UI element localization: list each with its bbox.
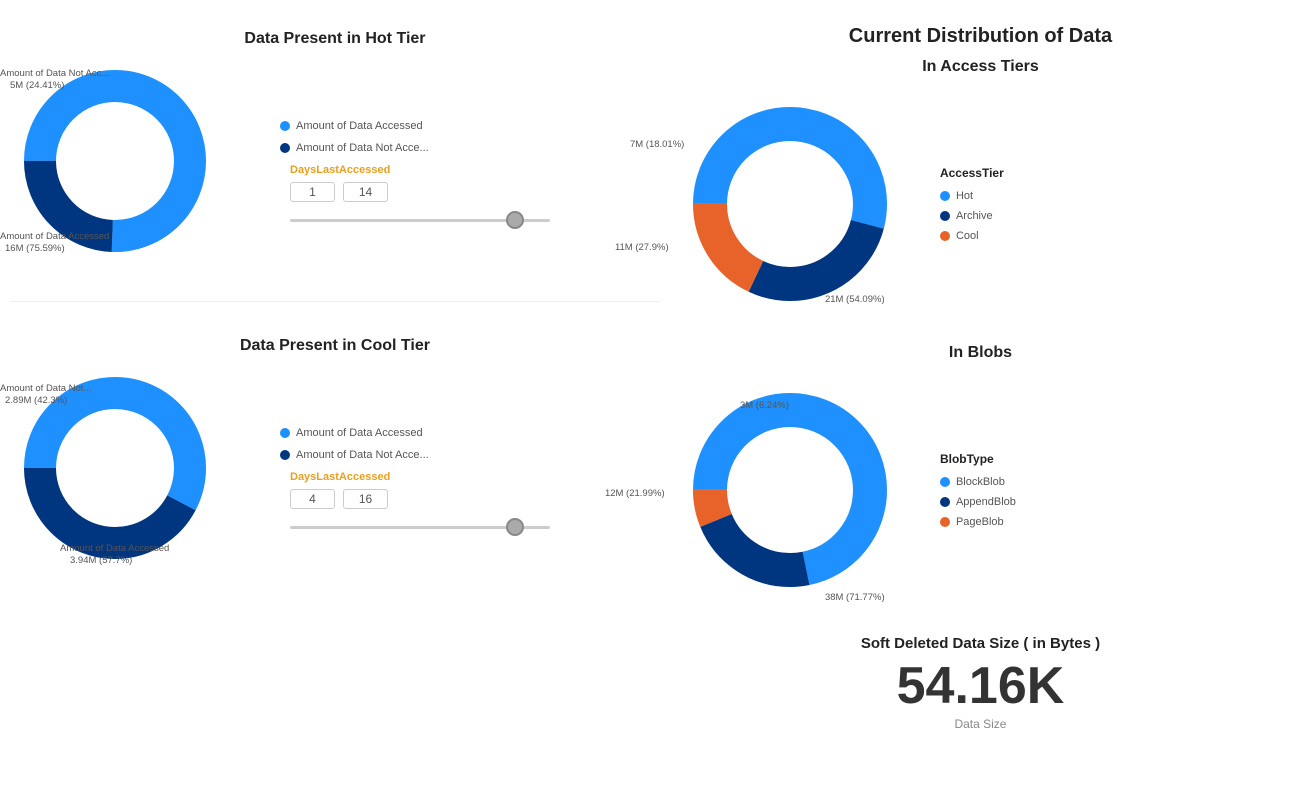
right-main-title: Current Distribution of Data (660, 25, 1301, 48)
blobs-donut-wrapper: 3M (6.24%) 12M (21.99%) 38M (71.77%) (670, 370, 930, 610)
access-tiers-legend-hot: Hot (940, 190, 1004, 202)
cool-tier-label-accessed: Amount of Data Accessed3.94M (57.7%) (60, 543, 169, 568)
hot-tier-slider-label: DaysLastAccessed (290, 164, 550, 176)
cool-legend-text-notaccessed: Amount of Data Not Acce... (296, 449, 429, 461)
access-tiers-label-archive: 11M (27.9%) (615, 242, 669, 253)
hot-tier-right: Amount of Data Accessed Amount of Data N… (260, 120, 550, 232)
access-tiers-title: In Access Tiers (670, 58, 1291, 76)
hot-tier-donut-wrapper: Amount of Data Not Acc...5M (24.41%) Amo… (10, 56, 230, 276)
access-tiers-text-archive: Archive (956, 210, 993, 222)
access-tiers-section: In Access Tiers 7M (18.01%) 11M (27.9%) … (660, 53, 1301, 329)
hot-tier-slider-track-wrapper[interactable] (290, 208, 550, 232)
hot-legend-dot-accessed (280, 121, 290, 131)
cool-tier-slider-inputs: 4 16 (290, 489, 550, 509)
soft-deleted-section: Soft Deleted Data Size ( in Bytes ) 54.1… (660, 615, 1301, 751)
blobs-label-pageblob: 3M (6.24%) (740, 400, 789, 411)
hot-tier-label-accessed: Amount of Data Accessed16M (75.59%) (0, 231, 109, 256)
hot-tier-slider-thumb[interactable] (506, 211, 524, 229)
left-panel: Data Present in Hot Tier (10, 20, 660, 777)
cool-tier-slider-thumb[interactable] (506, 518, 524, 536)
cool-tier-section: Data Present in Cool Tier Amount of Data… (10, 327, 660, 593)
hot-tier-slider-track (290, 219, 550, 222)
hot-tier-legend-notaccessed: Amount of Data Not Acce... (280, 142, 550, 154)
access-tiers-donut-wrapper: 7M (18.01%) 11M (27.9%) 21M (54.09%) (670, 84, 930, 324)
blobs-dot-appendblob (940, 497, 950, 507)
blobs-label-blockblob: 38M (71.77%) (825, 592, 885, 603)
soft-deleted-value: 54.16K (680, 660, 1281, 712)
access-tiers-dot-archive (940, 211, 950, 221)
access-tiers-text-hot: Hot (956, 190, 973, 202)
blobs-text-blockblob: BlockBlob (956, 476, 1005, 488)
access-tiers-legend-title: AccessTier (940, 166, 1004, 180)
blobs-legend-blockblob: BlockBlob (940, 476, 1016, 488)
cool-tier-slider-section: DaysLastAccessed 4 16 (290, 471, 550, 539)
cool-tier-slider-track-wrapper[interactable] (290, 515, 550, 539)
cool-tier-legend-notaccessed: Amount of Data Not Acce... (280, 449, 550, 461)
hot-tier-section: Data Present in Hot Tier (10, 20, 660, 286)
access-tiers-legend: AccessTier Hot Archive Cool (940, 166, 1004, 242)
hot-tier-slider-min[interactable]: 1 (290, 182, 335, 202)
blobs-label-appendblob: 12M (21.99%) (605, 488, 665, 499)
soft-deleted-sub: Data Size (680, 717, 1281, 731)
access-tiers-text-cool: Cool (956, 230, 979, 242)
access-tiers-row: 7M (18.01%) 11M (27.9%) 21M (54.09%) Acc… (670, 84, 1291, 324)
cool-tier-donut-wrapper: Amount of Data Not...2.89M (42.3%) Amoun… (10, 363, 230, 583)
access-tiers-label-cool: 7M (18.01%) (630, 139, 684, 150)
blobs-dot-blockblob (940, 477, 950, 487)
cool-tier-slider-label: DaysLastAccessed (290, 471, 550, 483)
blobs-legend-title: BlobType (940, 452, 1016, 466)
blobs-section: In Blobs 3M (6.24%) 12M (21.99%) 38M (71… (660, 339, 1301, 615)
access-tiers-dot-hot (940, 191, 950, 201)
hot-legend-text-accessed: Amount of Data Accessed (296, 120, 423, 132)
cool-legend-text-accessed: Amount of Data Accessed (296, 427, 423, 439)
cool-tier-slider-max[interactable]: 16 (343, 489, 388, 509)
access-tiers-legend-archive: Archive (940, 210, 1004, 222)
hot-tier-slider-max[interactable]: 14 (343, 182, 388, 202)
cool-tier-legend: Amount of Data Accessed Amount of Data N… (280, 427, 550, 461)
access-tiers-label-hot: 21M (54.09%) (825, 294, 885, 305)
cool-legend-dot-notaccessed (280, 450, 290, 460)
main-container: Data Present in Hot Tier (0, 0, 1311, 797)
blobs-donut (670, 370, 910, 610)
blobs-row: 3M (6.24%) 12M (21.99%) 38M (71.77%) Blo… (670, 370, 1291, 610)
hot-tier-slider-section: DaysLastAccessed 1 14 (290, 164, 550, 232)
cool-tier-slider-track (290, 526, 550, 529)
cool-tier-row: Amount of Data Not...2.89M (42.3%) Amoun… (10, 363, 660, 583)
hot-tier-legend: Amount of Data Accessed Amount of Data N… (280, 120, 550, 154)
soft-deleted-title: Soft Deleted Data Size ( in Bytes ) (680, 635, 1281, 652)
cool-tier-title: Data Present in Cool Tier (10, 337, 660, 355)
hot-tier-legend-accessed: Amount of Data Accessed (280, 120, 550, 132)
blobs-legend-pageblob: PageBlob (940, 516, 1016, 528)
right-panel: Current Distribution of Data In Access T… (660, 20, 1301, 777)
blobs-dot-pageblob (940, 517, 950, 527)
hot-tier-row: Amount of Data Not Acc...5M (24.41%) Amo… (10, 56, 660, 276)
left-divider (10, 301, 660, 302)
blobs-text-pageblob: PageBlob (956, 516, 1004, 528)
access-tiers-dot-cool (940, 231, 950, 241)
cool-tier-slider-min[interactable]: 4 (290, 489, 335, 509)
blobs-legend-appendblob: AppendBlob (940, 496, 1016, 508)
hot-tier-slider-inputs: 1 14 (290, 182, 550, 202)
blobs-text-appendblob: AppendBlob (956, 496, 1016, 508)
blobs-legend: BlobType BlockBlob AppendBlob PageBlob (940, 452, 1016, 528)
hot-legend-dot-notaccessed (280, 143, 290, 153)
cool-tier-label-notaccessed: Amount of Data Not...2.89M (42.3%) (0, 383, 91, 408)
blobs-title: In Blobs (670, 344, 1291, 362)
access-tiers-legend-cool: Cool (940, 230, 1004, 242)
cool-legend-dot-accessed (280, 428, 290, 438)
cool-tier-right: Amount of Data Accessed Amount of Data N… (260, 427, 550, 539)
hot-tier-title: Data Present in Hot Tier (10, 30, 660, 48)
access-tiers-donut (670, 84, 910, 324)
hot-tier-label-notaccessed: Amount of Data Not Acc...5M (24.41%) (0, 68, 109, 93)
hot-legend-text-notaccessed: Amount of Data Not Acce... (296, 142, 429, 154)
cool-tier-legend-accessed: Amount of Data Accessed (280, 427, 550, 439)
